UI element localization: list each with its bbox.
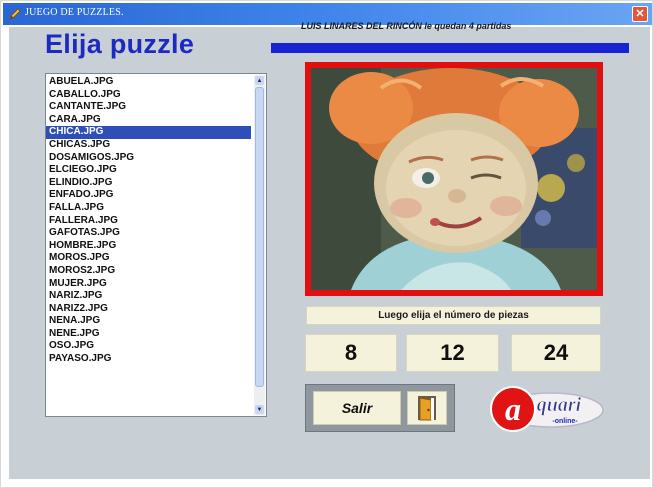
pieces-8-button[interactable]: 8 [305,334,397,372]
list-item[interactable]: DOSAMIGOS.JPG [46,152,251,165]
list-item[interactable]: ELINDIO.JPG [46,177,251,190]
list-item[interactable]: CABALLO.JPG [46,89,251,102]
exit-panel: Salir [305,384,455,432]
list-item[interactable]: NENA.JPG [46,315,251,328]
page-title: Elija puzzle [45,29,195,59]
status-message: LUIS LINARES DEL RINCÓN le quedan 4 part… [301,21,512,31]
scroll-thumb[interactable] [255,87,264,387]
list-item[interactable]: ENFADO.JPG [46,189,251,202]
list-item[interactable]: ABUELA.JPG [46,76,251,89]
list-item[interactable]: CARA.JPG [46,114,251,127]
puzzle-preview-image [311,68,597,290]
list-item[interactable]: NARIZ2.JPG [46,303,251,316]
list-item[interactable]: CANTANTE.JPG [46,101,251,114]
pieces-prompt: Luego elija el número de piezas [306,306,601,325]
pieces-12-button[interactable]: 12 [406,334,499,372]
list-scrollbar[interactable]: ▲ ▼ [254,75,265,415]
window-title: JUEGO DE PUZZLES. [25,7,124,18]
svg-text:a: a [505,391,521,427]
puzzle-file-list[interactable]: ABUELA.JPG CABALLO.JPG CANTANTE.JPG CARA.JP… [45,73,267,417]
list-item[interactable]: ELCIEGO.JPG [46,164,251,177]
puzzle-preview [305,62,603,296]
list-item[interactable]: NENE.JPG [46,328,251,341]
list-item[interactable]: PAYASO.JPG [46,353,251,366]
pieces-24-button[interactable]: 24 [511,334,601,372]
svg-text:quari: quari [537,394,582,416]
list-item[interactable]: MOROS.JPG [46,252,251,265]
chevron-down-icon: ▼ [256,406,263,413]
list-item[interactable]: FALLERA.JPG [46,215,251,228]
door-icon [418,396,436,421]
list-item[interactable]: FALLA.JPG [46,202,251,215]
app-window: JUEGO DE PUZZLES. ✕ Elija puzzle LUIS LI… [0,0,653,488]
list-item[interactable]: MUJER.JPG [46,278,251,291]
close-button[interactable]: ✕ [632,6,648,22]
aquari-logo: a quari -online- [490,386,604,432]
scroll-up-button[interactable]: ▲ [255,76,264,85]
list-item[interactable]: NARIZ.JPG [46,290,251,303]
file-items: ABUELA.JPG CABALLO.JPG CANTANTE.JPG CARA.JP… [46,74,266,366]
exit-button[interactable]: Salir [313,391,401,425]
scroll-down-button[interactable]: ▼ [255,405,264,414]
status-bar [271,43,629,53]
list-item[interactable]: GAFOTAS.JPG [46,227,251,240]
close-icon: ✕ [635,7,645,20]
svg-text:-online-: -online- [552,418,578,425]
list-item[interactable]: MOROS2.JPG [46,265,251,278]
list-item[interactable]: CHICAS.JPG [46,139,251,152]
pencil-icon [9,8,21,20]
chevron-up-icon: ▲ [256,77,263,84]
exit-door-button[interactable] [407,391,447,425]
list-item[interactable]: CHICA.JPG [46,126,251,139]
list-item[interactable]: OSO.JPG [46,340,251,353]
list-item[interactable]: HOMBRE.JPG [46,240,251,253]
